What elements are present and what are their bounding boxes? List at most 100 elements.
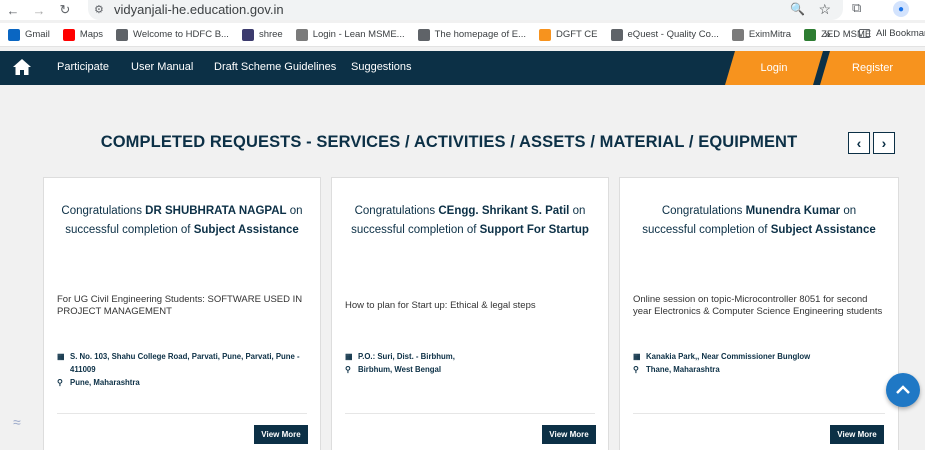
location-pin-icon: ⚲ bbox=[57, 378, 63, 387]
request-card: Congratulations CEngg. Shrikant S. Patil… bbox=[331, 177, 609, 450]
bookmark-label: Welcome to HDFC B... bbox=[133, 29, 229, 40]
url-text: vidyanjali-he.education.gov.in bbox=[114, 1, 284, 17]
card-address-block: ▦ S. No. 103, Shahu College Road, Parvati… bbox=[57, 350, 310, 389]
location-pin-icon: ⚲ bbox=[345, 365, 351, 374]
card-address-block: ▦ Kanakia Park,, Near Commissioner Bunglo… bbox=[633, 350, 888, 376]
reload-icon[interactable]: ↻ bbox=[52, 0, 78, 20]
bookmark-label: DGFT CE bbox=[555, 29, 598, 40]
building-icon: ▦ bbox=[345, 352, 353, 361]
gmail-icon bbox=[8, 28, 20, 41]
location-pin-icon: ⚲ bbox=[633, 365, 639, 374]
card-location: Pune, Maharashtra bbox=[70, 378, 140, 387]
card-description: How to plan for Start up: Ethical & lega… bbox=[345, 300, 536, 311]
emblem-icon bbox=[538, 28, 551, 41]
carousel-next-button[interactable]: › bbox=[873, 132, 895, 154]
globe-icon bbox=[417, 28, 430, 41]
more-bookmarks-icon[interactable]: » bbox=[824, 27, 831, 41]
home-icon[interactable] bbox=[12, 58, 32, 76]
youtube-icon bbox=[62, 28, 75, 41]
zoom-icon[interactable]: 🔍 bbox=[790, 2, 805, 16]
card-location: Thane, Maharashtra bbox=[646, 365, 720, 374]
globe-icon bbox=[116, 28, 129, 41]
register-button[interactable]: Register bbox=[820, 51, 925, 85]
completion-label: successful completion of bbox=[65, 224, 191, 236]
bookmark-label: shree bbox=[258, 29, 283, 40]
bookmark-item[interactable]: The homepage of E... bbox=[417, 28, 526, 41]
card-address: Kanakia Park,, Near Commissioner Bunglow bbox=[646, 352, 811, 361]
view-more-button[interactable]: View More bbox=[542, 425, 596, 444]
bookmark-item[interactable]: Welcome to HDFC B... bbox=[116, 28, 229, 41]
nav-participate[interactable]: Participate bbox=[57, 61, 109, 73]
card-title: Congratulations Munendra Kumar on success… bbox=[628, 202, 890, 240]
card-title: Congratulations DR SHUBHRATA NAGPAL on su… bbox=[52, 202, 312, 240]
page-icon bbox=[731, 28, 744, 41]
site-info-icon[interactable]: ⚙ bbox=[94, 3, 114, 16]
building-icon: ▦ bbox=[633, 352, 641, 361]
chevron-up-icon bbox=[896, 385, 910, 394]
flag-icon bbox=[241, 28, 254, 41]
completion-label: successful completion of bbox=[642, 224, 768, 236]
nav-draft-scheme-guidelines[interactable]: Draft Scheme Guidelines bbox=[214, 61, 336, 73]
bookmark-star-icon[interactable]: ☆ bbox=[818, 1, 831, 18]
carousel-prev-button[interactable]: ‹ bbox=[848, 132, 870, 154]
view-more-button[interactable]: View More bbox=[830, 425, 884, 444]
congrats-label: Congratulations bbox=[661, 205, 743, 217]
bookmark-item[interactable]: Maps bbox=[62, 28, 104, 41]
sidebar-toggle-icon[interactable]: ≈ bbox=[13, 414, 31, 434]
card-address-block: ▦ P.O.: Suri, Dist. - Birbhum, ⚲ Birbhum, W… bbox=[345, 350, 598, 376]
bookmark-label: The homepage of E... bbox=[434, 29, 526, 40]
request-card: Congratulations DR SHUBHRATA NAGPAL on su… bbox=[43, 177, 321, 450]
globe-icon bbox=[610, 28, 623, 41]
forward-icon[interactable]: → bbox=[26, 0, 52, 20]
login-button[interactable]: Login bbox=[725, 51, 823, 85]
bookmark-label: eQuest - Quality Co... bbox=[627, 29, 719, 40]
card-description: For UG Civil Engineering Students: SOFTW… bbox=[57, 294, 303, 317]
address-bar[interactable]: ⚙ vidyanjali-he.education.gov.in 🔍 ☆ bbox=[88, 0, 843, 20]
service-type: Subject Assistance bbox=[193, 224, 299, 236]
bookmark-label: Login - Lean MSME... bbox=[312, 29, 405, 40]
card-address: P.O.: Suri, Dist. - Birbhum, bbox=[358, 352, 455, 361]
request-card: Congratulations Munendra Kumar on success… bbox=[619, 177, 899, 450]
site-navbar: Participate User Manual Draft Scheme Gui… bbox=[0, 51, 925, 85]
on-label: on bbox=[843, 205, 857, 217]
bookmark-item[interactable]: DGFT CE bbox=[538, 28, 598, 41]
all-bookmarks-button[interactable]: All Bookmar bbox=[859, 28, 925, 39]
back-icon[interactable]: ← bbox=[0, 0, 26, 20]
card-location: Birbhum, West Bengal bbox=[358, 365, 442, 374]
bookmark-label: Maps bbox=[79, 29, 104, 40]
completion-label: successful completion of bbox=[351, 224, 477, 236]
bookmark-item[interactable]: eQuest - Quality Co... bbox=[610, 28, 719, 41]
service-type: Support For Startup bbox=[479, 224, 589, 236]
card-description: Online session on topic-Microcontroller … bbox=[633, 294, 883, 317]
folder-icon bbox=[859, 29, 870, 38]
congrats-label: Congratulations bbox=[354, 205, 436, 217]
bookmark-label: Gmail bbox=[25, 29, 50, 40]
nav-suggestions[interactable]: Suggestions bbox=[351, 61, 412, 73]
card-divider bbox=[633, 413, 885, 414]
bookmarks-bar: Gmail Maps Welcome to HDFC B... shree Login … bbox=[0, 23, 925, 47]
card-address: S. No. 103, Shahu College Road, Parvati,… bbox=[70, 352, 300, 374]
card-title: Congratulations CEngg. Shrikant S. Patil… bbox=[340, 202, 600, 240]
bookmark-item[interactable]: EximMitra bbox=[731, 28, 792, 41]
nav-user-manual[interactable]: User Manual bbox=[131, 61, 193, 73]
bookmark-item[interactable]: Login - Lean MSME... bbox=[295, 28, 405, 41]
scroll-to-top-button[interactable] bbox=[886, 373, 920, 407]
view-more-button[interactable]: View More bbox=[254, 425, 308, 444]
profile-avatar[interactable]: ● bbox=[893, 1, 909, 17]
volunteer-name: Munendra Kumar bbox=[745, 205, 841, 217]
browser-toolbar: ← → ↻ ⚙ vidyanjali-he.education.gov.in 🔍… bbox=[0, 0, 925, 20]
card-divider bbox=[345, 413, 595, 414]
volunteer-name: DR SHUBHRATA NAGPAL bbox=[145, 205, 287, 217]
volunteer-name: CEngg. Shrikant S. Patil bbox=[438, 205, 570, 217]
building-icon: ▦ bbox=[57, 352, 65, 361]
extensions-icon[interactable]: ⧉ bbox=[852, 0, 861, 16]
bookmark-item[interactable]: shree bbox=[241, 28, 283, 41]
page-icon bbox=[295, 28, 308, 41]
card-divider bbox=[57, 413, 307, 414]
congrats-label: Congratulations bbox=[61, 205, 142, 217]
bookmark-label: EximMitra bbox=[748, 29, 792, 40]
bookmark-item[interactable]: Gmail bbox=[8, 28, 50, 41]
all-bookmarks-label: All Bookmar bbox=[876, 28, 925, 39]
zed-icon bbox=[804, 28, 817, 41]
on-label: on bbox=[572, 205, 586, 217]
